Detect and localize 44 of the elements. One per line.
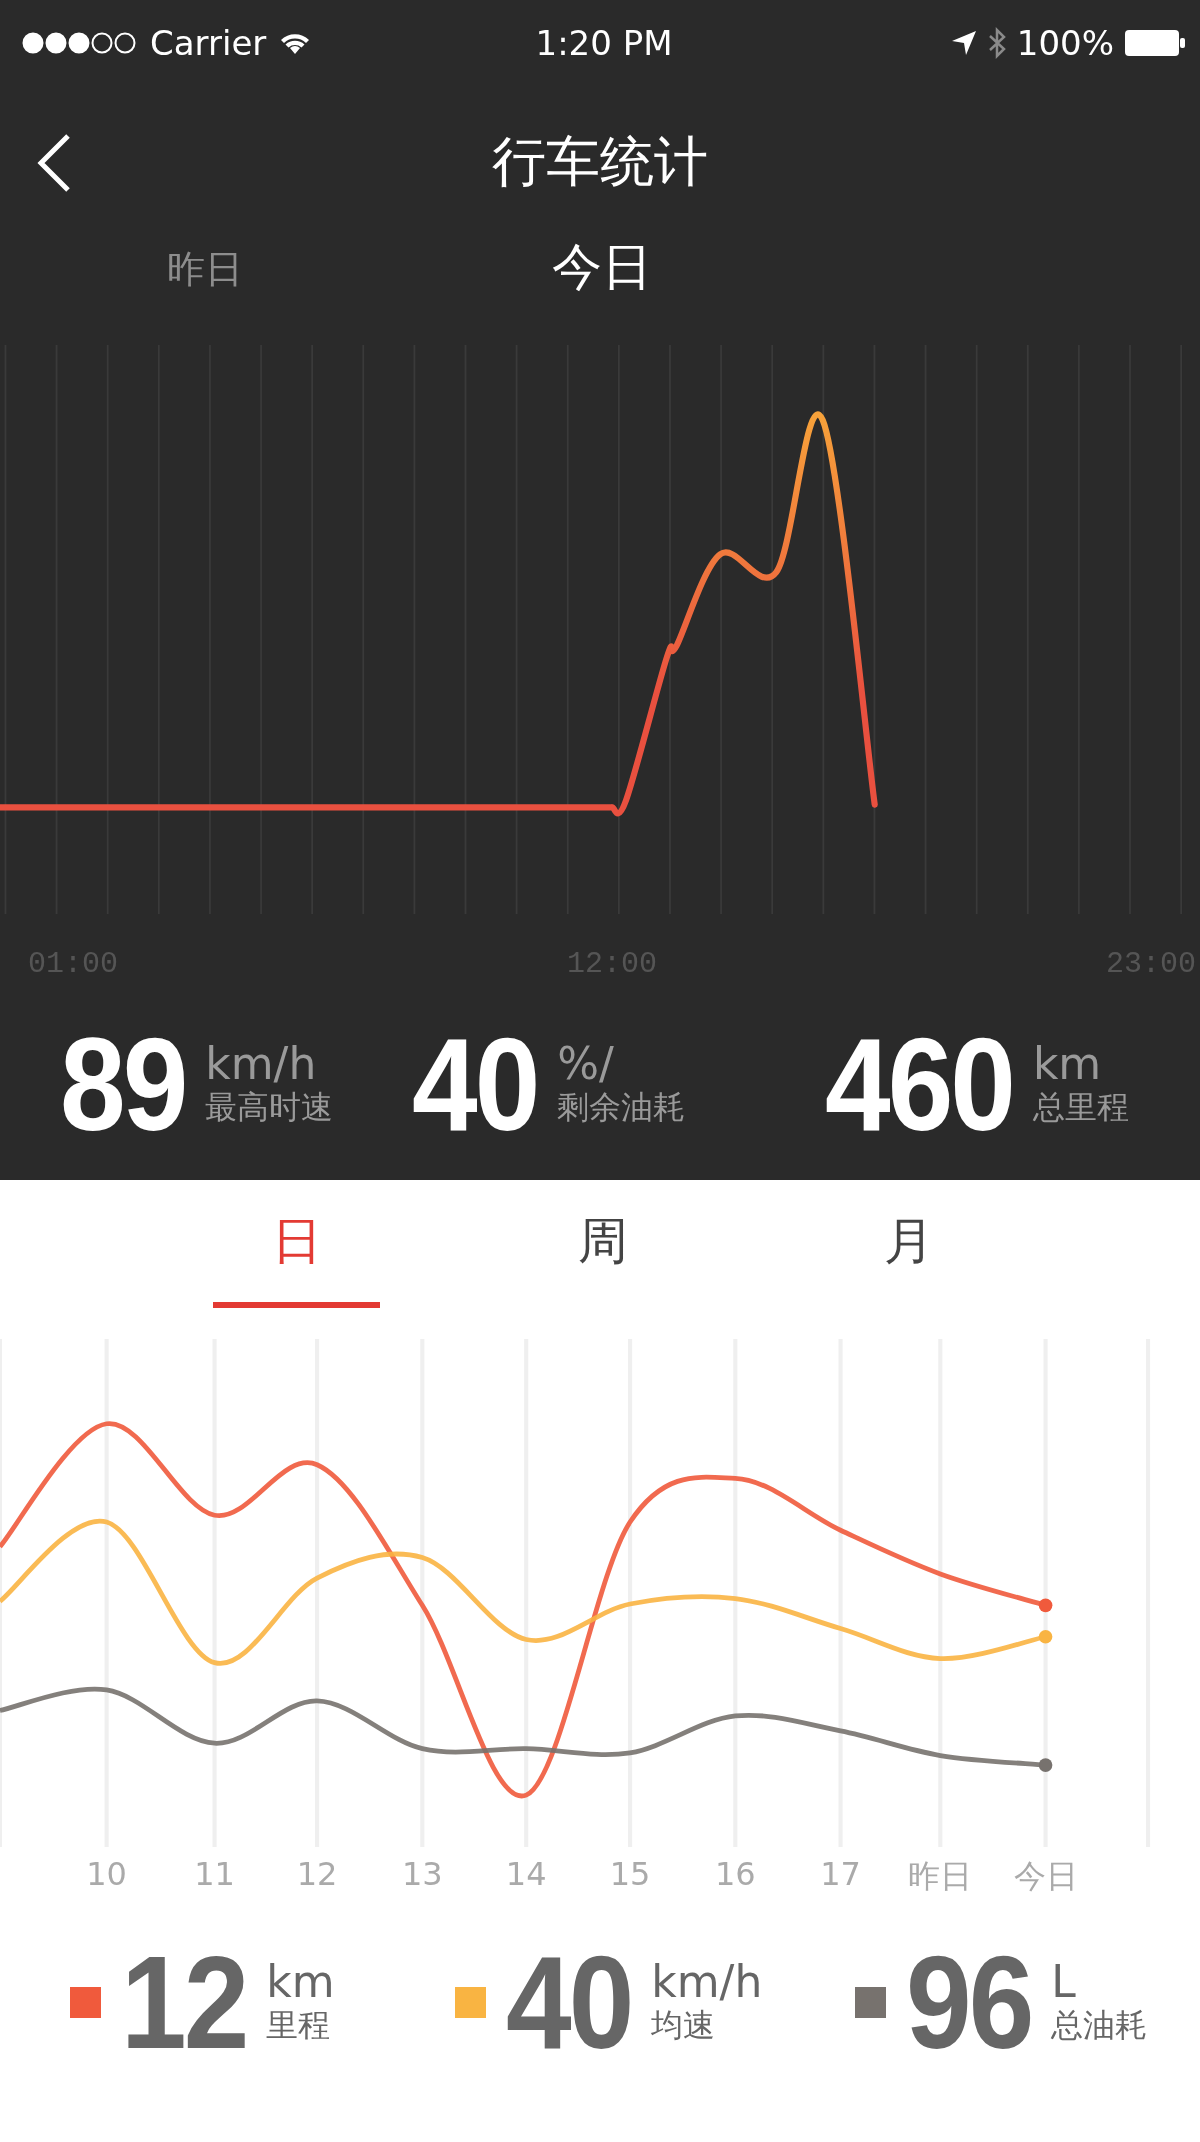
stat-label: 最高时速 (205, 1090, 334, 1126)
end-point-dot (1038, 1598, 1053, 1613)
day-axis-label: 昨日 (908, 1856, 973, 1897)
day-axis-label: 17 (820, 1855, 861, 1893)
legend-unit: km/h (651, 1960, 763, 2005)
end-point-dot (1038, 1758, 1053, 1772)
stat-value: 460 (825, 1017, 1013, 1151)
day-tab[interactable]: 今日 (552, 242, 652, 292)
stat-value: 89 (60, 1017, 186, 1151)
legend-unit: km (266, 1960, 335, 2005)
back-icon[interactable] (36, 133, 72, 193)
day-axis-label: 16 (714, 1855, 756, 1893)
period-tab[interactable]: 日 (213, 1180, 380, 1308)
legend-value: 96 (906, 1935, 1032, 2069)
day-axis-label: 11 (194, 1855, 235, 1893)
legend-label: 均速 (651, 2008, 717, 2044)
legend-value: 12 (121, 1935, 247, 2069)
signal-icon (22, 31, 138, 54)
end-point-dot (1038, 1629, 1053, 1644)
day-axis-label: 10 (86, 1855, 127, 1893)
status-time: 1:20 PM (535, 22, 673, 63)
battery-icon (1124, 28, 1186, 57)
stat-unit: km/h (205, 1042, 318, 1087)
day-axis-label: 14 (505, 1855, 547, 1893)
page-title: 行车统计 (492, 129, 708, 195)
day-axis-label: 13 (401, 1855, 443, 1893)
location-arrow-icon (950, 29, 977, 56)
day-axis-label: 15 (609, 1855, 651, 1893)
stat-label: 总里程 (1032, 1090, 1129, 1126)
carrier-name: Carrier (150, 22, 267, 63)
day-axis-label: 今日 (1013, 1856, 1078, 1897)
period-tab[interactable]: 月 (825, 1180, 992, 1308)
stat-unit: km (1032, 1042, 1103, 1087)
period-tab[interactable]: 周 (519, 1180, 686, 1308)
stat-label: 剩余油耗 (557, 1090, 686, 1126)
legend-label: 总油耗 (1051, 2008, 1148, 2044)
stat-unit: %/ (557, 1042, 615, 1087)
legend-label: 里程 (266, 2008, 332, 2044)
battery-percent: 100% (1016, 22, 1114, 63)
day-tab[interactable]: 昨日 (167, 250, 243, 288)
legend-unit: L (1051, 1960, 1077, 2005)
stat-value: 40 (412, 1017, 538, 1151)
legend-value: 40 (506, 1935, 632, 2069)
day-axis-label: 12 (296, 1855, 338, 1893)
